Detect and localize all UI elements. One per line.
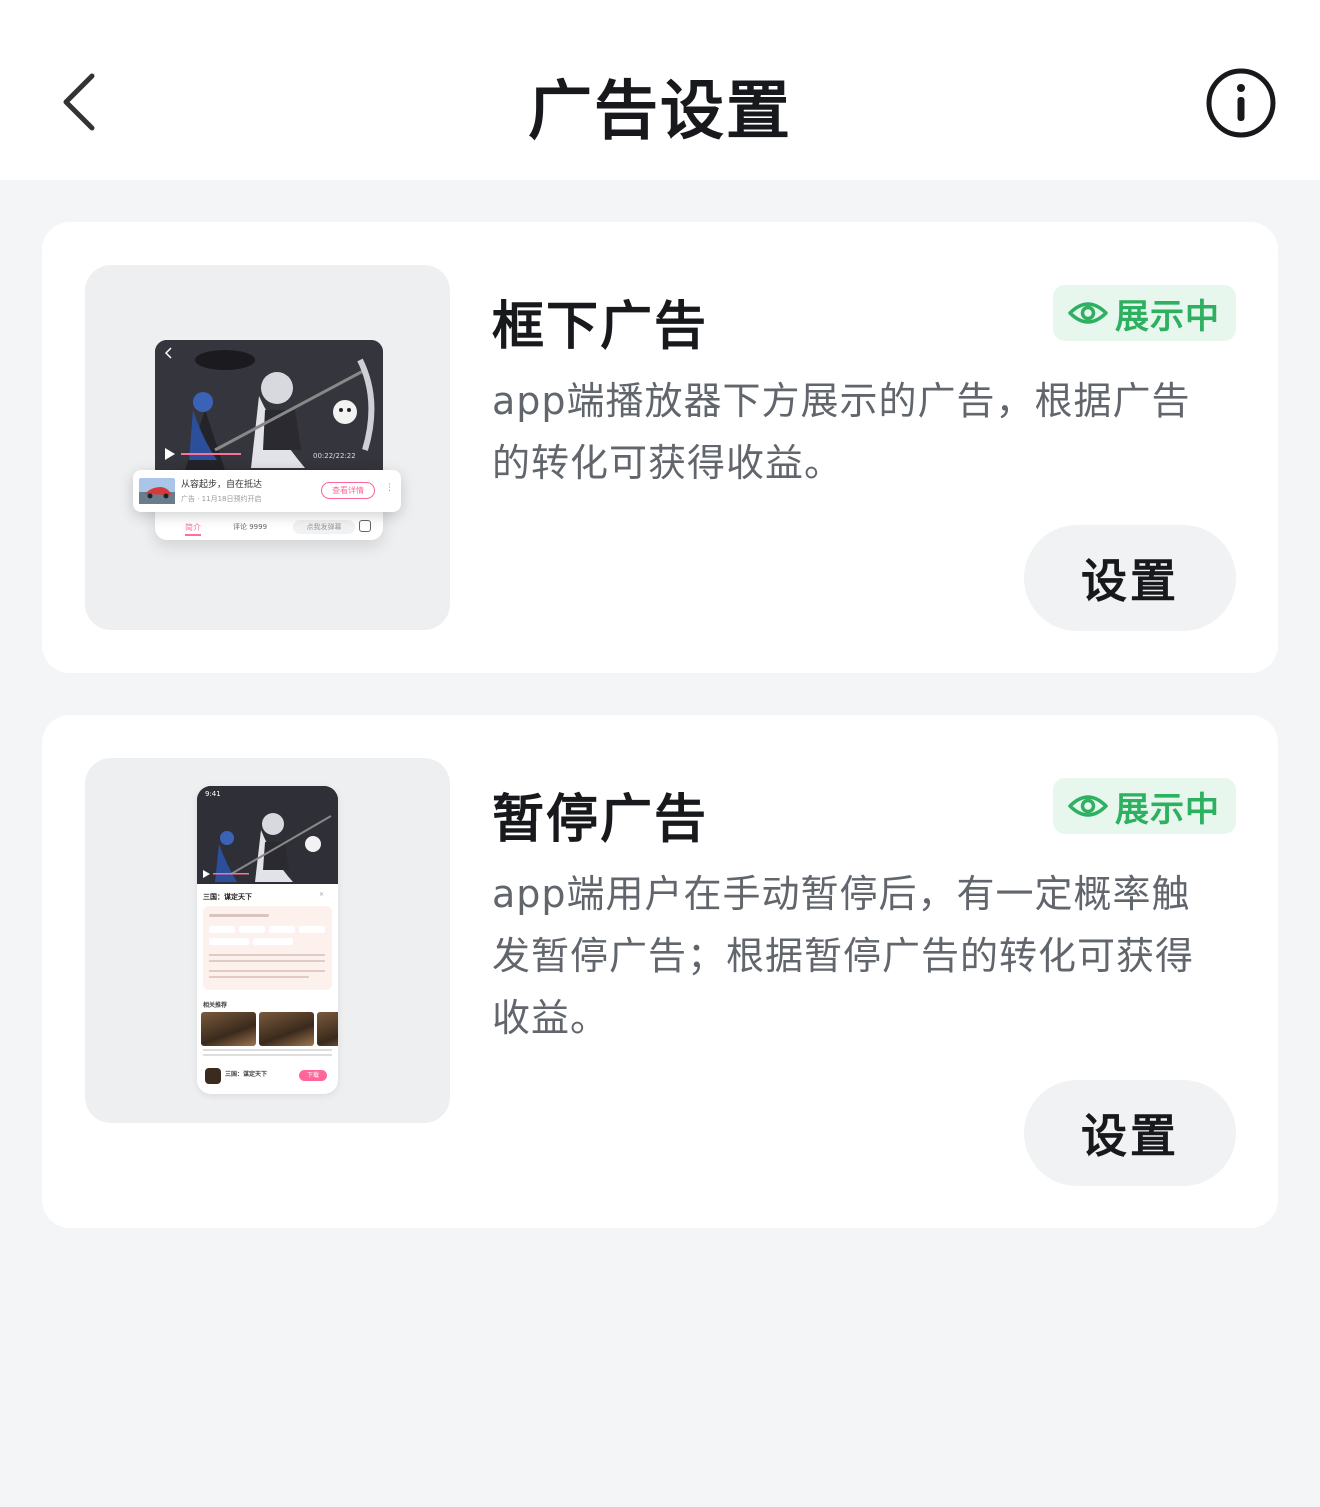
ad-detail-button[interactable]: 查看详情 bbox=[321, 482, 375, 499]
top-nav-bar: 广告设置 bbox=[0, 0, 1320, 180]
eye-icon bbox=[1068, 302, 1108, 324]
tab-underline bbox=[185, 534, 201, 536]
tab-intro[interactable]: 简介 bbox=[185, 522, 201, 533]
video-frame bbox=[197, 786, 338, 884]
info-circle-icon bbox=[1206, 68, 1276, 138]
page-title: 广告设置 bbox=[528, 75, 792, 149]
status-badge: 展示中 bbox=[1053, 778, 1236, 834]
status-text: 展示中 bbox=[1115, 296, 1220, 337]
ad-preview-thumbnail: 9:41 三国：谋定天下 × 相关推荐 三国：谋定天下 下载 bbox=[85, 758, 450, 1123]
game-title: 三国：谋定天下 bbox=[203, 893, 252, 901]
settings-button[interactable]: 设置 bbox=[1024, 1080, 1236, 1186]
time-readout: 00:22/22:22 bbox=[313, 452, 356, 460]
bottom-ad-title: 三国：谋定天下 bbox=[225, 1071, 268, 1078]
card-title: 框下广告 bbox=[492, 297, 709, 357]
download-button[interactable]: 下载 bbox=[299, 1070, 327, 1081]
eye-icon bbox=[1068, 795, 1108, 817]
video-frame: 00:22/22:22 bbox=[155, 340, 383, 470]
close-icon[interactable]: × bbox=[319, 891, 324, 898]
phone-mockup: 9:41 三国：谋定天下 × 相关推荐 三国：谋定天下 下载 bbox=[197, 786, 338, 1094]
related-video-thumb[interactable] bbox=[201, 1012, 256, 1046]
game-info-panel bbox=[203, 906, 332, 990]
status-text: 展示中 bbox=[1115, 789, 1220, 830]
more-icon[interactable]: ⋮ bbox=[385, 483, 394, 493]
danmaku-icon[interactable] bbox=[359, 520, 371, 532]
related-heading: 相关推荐 bbox=[203, 1002, 228, 1009]
game-icon bbox=[205, 1068, 221, 1084]
ad-preview-thumbnail: 00:22/22:22 简介 评论 9999 点我发弹幕 从容起步，自在抵达 广… bbox=[85, 265, 450, 630]
danmaku-input[interactable]: 点我发弹幕 bbox=[293, 520, 355, 534]
card-description: app端用户在手动暂停后，有一定概率触发暂停广告；根据暂停广告的转化可获得收益。 bbox=[492, 872, 1195, 1040]
car-ad-image bbox=[139, 478, 175, 504]
ad-title: 从容起步，自在抵达 bbox=[181, 480, 263, 490]
ad-card-pause: 9:41 三国：谋定天下 × 相关推荐 三国：谋定天下 下载 暂停广告 展示中 … bbox=[42, 715, 1278, 1228]
ad-meta: 广告 · 11月18日预约开启 bbox=[181, 495, 262, 503]
info-button[interactable] bbox=[1204, 66, 1278, 140]
clock: 9:41 bbox=[205, 790, 221, 798]
anime-illustration: 00:22/22:22 bbox=[155, 340, 383, 470]
related-thumbnails bbox=[201, 1012, 338, 1046]
card-title: 暂停广告 bbox=[492, 790, 709, 850]
related-video-thumb[interactable] bbox=[317, 1012, 338, 1046]
player-mockup: 00:22/22:22 简介 评论 9999 点我发弹幕 从容起步，自在抵达 广… bbox=[133, 340, 401, 540]
card-description: app端播放器下方展示的广告，根据广告的转化可获得收益。 bbox=[492, 379, 1191, 485]
tab-comments[interactable]: 评论 9999 bbox=[233, 522, 267, 532]
status-badge: 展示中 bbox=[1053, 285, 1236, 341]
ad-card-below-player: 00:22/22:22 简介 评论 9999 点我发弹幕 从容起步，自在抵达 广… bbox=[42, 222, 1278, 673]
settings-button[interactable]: 设置 bbox=[1024, 525, 1236, 631]
anime-illustration bbox=[197, 786, 338, 884]
below-player-ad-bar[interactable]: 从容起步，自在抵达 广告 · 11月18日预约开启 查看详情 ⋮ bbox=[133, 470, 401, 512]
related-video-thumb[interactable] bbox=[259, 1012, 314, 1046]
